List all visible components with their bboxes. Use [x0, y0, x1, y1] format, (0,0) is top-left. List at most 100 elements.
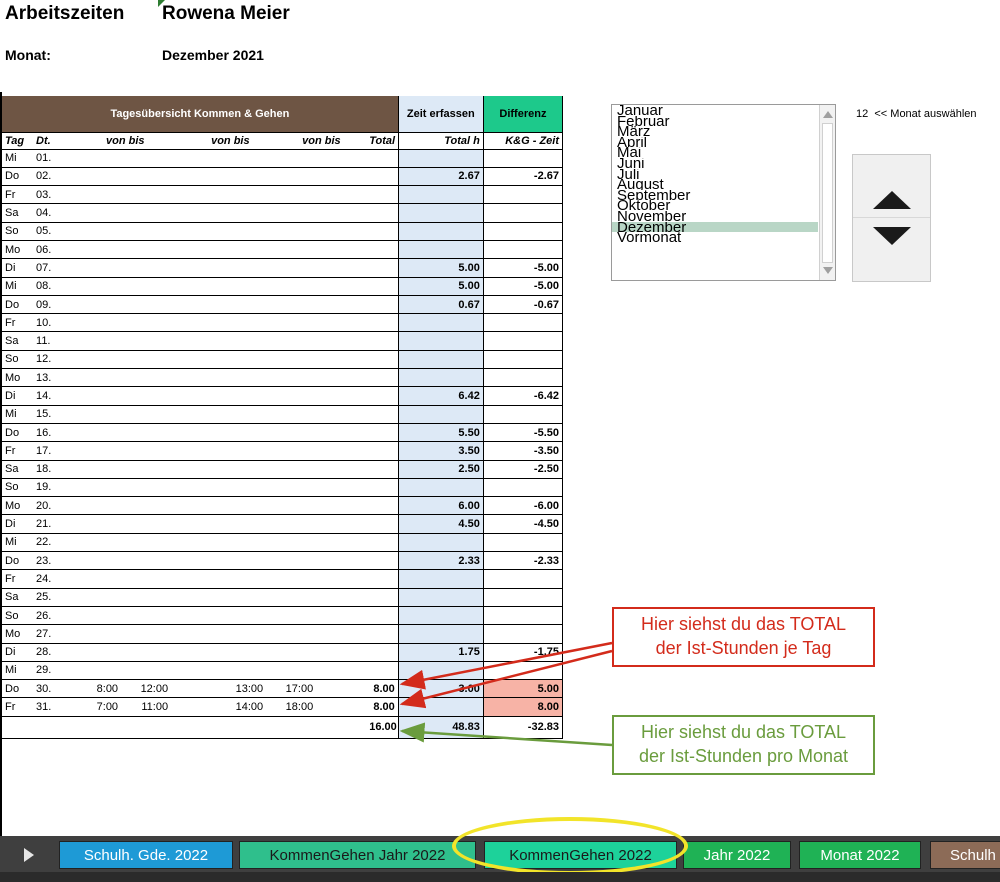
- spacer-cell[interactable]: [316, 167, 367, 187]
- spacer-cell[interactable]: [316, 240, 367, 260]
- von-2-cell[interactable]: [216, 277, 267, 296]
- bis-2-cell[interactable]: [266, 386, 317, 406]
- spacer-cell[interactable]: [171, 368, 217, 388]
- spacer-cell[interactable]: [171, 222, 217, 241]
- differenz-cell[interactable]: -6.42: [483, 386, 564, 406]
- total-h-cell[interactable]: [366, 460, 399, 479]
- spacer-cell[interactable]: [171, 624, 217, 644]
- bis-1-cell[interactable]: [121, 295, 172, 315]
- spacer-cell[interactable]: [316, 423, 367, 443]
- von-2-cell[interactable]: [216, 313, 267, 333]
- bis-2-cell[interactable]: [266, 423, 317, 443]
- bis-1-cell[interactable]: [121, 350, 172, 370]
- differenz-cell[interactable]: [483, 240, 564, 260]
- spacer-cell[interactable]: [316, 496, 367, 516]
- differenz-cell[interactable]: -0.67: [483, 295, 564, 315]
- bis-2-cell[interactable]: [266, 313, 317, 333]
- bis-2-cell[interactable]: [266, 460, 317, 479]
- zeit-erfassen-cell[interactable]: [398, 149, 484, 168]
- spacer-cell[interactable]: [316, 258, 367, 278]
- total-h-cell[interactable]: [366, 569, 399, 589]
- date-cell[interactable]: 14.: [33, 386, 72, 406]
- spacer-cell[interactable]: [171, 533, 217, 553]
- date-cell[interactable]: 29.: [33, 661, 72, 681]
- day-cell[interactable]: Mo: [2, 368, 34, 388]
- bis-1-cell[interactable]: [121, 203, 172, 223]
- von-2-cell[interactable]: [216, 441, 267, 461]
- bis-1-cell[interactable]: [121, 423, 172, 443]
- date-cell[interactable]: 23.: [33, 551, 72, 571]
- tab-kommengehen-jahr-2022[interactable]: KommenGehen Jahr 2022: [239, 841, 476, 869]
- day-cell[interactable]: So: [2, 478, 34, 498]
- differenz-cell[interactable]: [483, 478, 564, 498]
- date-cell[interactable]: 26.: [33, 606, 72, 626]
- total-h-cell[interactable]: [366, 386, 399, 406]
- spacer-cell[interactable]: [171, 588, 217, 607]
- spacer-cell[interactable]: [316, 441, 367, 461]
- differenz-cell[interactable]: [483, 533, 564, 553]
- zeit-erfassen-cell[interactable]: [398, 697, 484, 717]
- von-1-cell[interactable]: [71, 533, 122, 553]
- total-h-cell[interactable]: [366, 514, 399, 534]
- bis-1-cell[interactable]: [121, 661, 172, 681]
- day-cell[interactable]: Mi: [2, 405, 34, 424]
- zeit-erfassen-cell[interactable]: 2.50: [398, 460, 484, 479]
- spacer-cell[interactable]: [316, 203, 367, 223]
- month-option[interactable]: Mai: [612, 147, 818, 158]
- total-h-cell[interactable]: [366, 606, 399, 626]
- month-option[interactable]: August: [612, 179, 818, 190]
- spacer-cell[interactable]: [171, 277, 217, 296]
- scroll-thumb[interactable]: [822, 123, 833, 263]
- tab-schulh[interactable]: Schulh: [930, 841, 1000, 869]
- von-2-cell[interactable]: [216, 386, 267, 406]
- von-1-cell[interactable]: [71, 386, 122, 406]
- date-cell[interactable]: 10.: [33, 313, 72, 333]
- von-1-cell[interactable]: [71, 295, 122, 315]
- von-2-cell[interactable]: [216, 149, 267, 168]
- spacer-cell[interactable]: [316, 149, 367, 168]
- spacer-cell[interactable]: [316, 478, 367, 498]
- spacer-cell[interactable]: [316, 386, 367, 406]
- bis-1-cell[interactable]: [121, 386, 172, 406]
- zeit-erfassen-cell[interactable]: 6.42: [398, 386, 484, 406]
- day-cell[interactable]: Mo: [2, 240, 34, 260]
- zeit-erfassen-cell[interactable]: 6.00: [398, 496, 484, 516]
- total-h-cell[interactable]: [366, 240, 399, 260]
- spacer-cell[interactable]: [316, 331, 367, 351]
- day-cell[interactable]: Mi: [2, 277, 34, 296]
- spacer-cell[interactable]: [171, 240, 217, 260]
- von-2-cell[interactable]: [216, 606, 267, 626]
- von-2-cell[interactable]: [216, 478, 267, 498]
- differenz-cell[interactable]: -3.50: [483, 441, 564, 461]
- day-cell[interactable]: Di: [2, 514, 34, 534]
- von-2-cell[interactable]: 14:00: [216, 697, 267, 717]
- spacer-cell[interactable]: [171, 661, 217, 681]
- bis-1-cell[interactable]: [121, 533, 172, 553]
- total-h-cell[interactable]: [366, 368, 399, 388]
- von-2-cell[interactable]: [216, 423, 267, 443]
- zeit-erfassen-cell[interactable]: 4.50: [398, 514, 484, 534]
- spacer-cell[interactable]: [316, 313, 367, 333]
- date-cell[interactable]: 02.: [33, 167, 72, 187]
- spacer-cell[interactable]: [171, 606, 217, 626]
- total-h-cell[interactable]: [366, 661, 399, 681]
- zeit-erfassen-cell[interactable]: [398, 606, 484, 626]
- von-2-cell[interactable]: 13:00: [216, 679, 267, 699]
- von-1-cell[interactable]: [71, 606, 122, 626]
- bis-2-cell[interactable]: [266, 569, 317, 589]
- von-2-cell[interactable]: [216, 588, 267, 607]
- date-cell[interactable]: 01.: [33, 149, 72, 168]
- spacer-cell[interactable]: [171, 313, 217, 333]
- von-1-cell[interactable]: 8:00: [71, 679, 122, 699]
- bis-2-cell[interactable]: [266, 588, 317, 607]
- bis-2-cell[interactable]: [266, 496, 317, 516]
- month-value[interactable]: Dezember 2021: [162, 47, 264, 63]
- differenz-cell[interactable]: -5.00: [483, 277, 564, 296]
- bis-2-cell[interactable]: [266, 661, 317, 681]
- spacer-cell[interactable]: [171, 185, 217, 205]
- day-cell[interactable]: Do: [2, 551, 34, 571]
- von-2-cell[interactable]: [216, 203, 267, 223]
- day-cell[interactable]: Do: [2, 423, 34, 443]
- differenz-cell[interactable]: [483, 624, 564, 644]
- spacer-cell[interactable]: [171, 295, 217, 315]
